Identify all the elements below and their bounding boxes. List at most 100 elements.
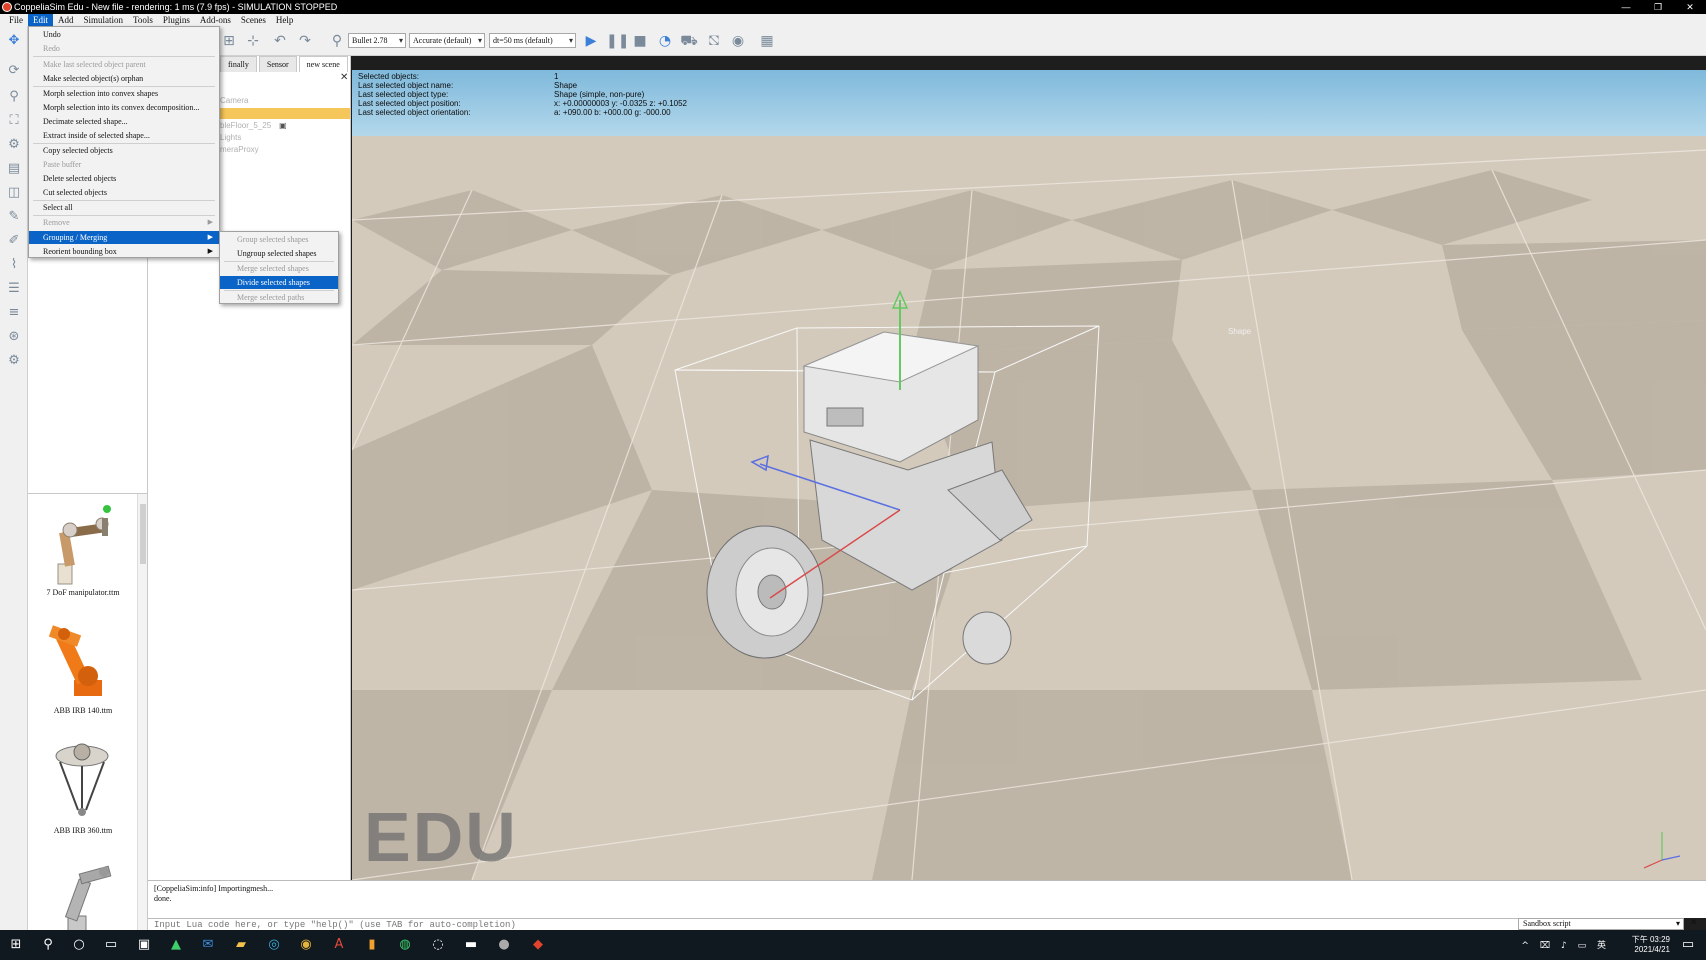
- notes-icon[interactable]: ▮: [364, 937, 380, 953]
- model-list-scrollbar[interactable]: [137, 494, 147, 930]
- zoom-icon[interactable]: ⚲: [5, 88, 23, 106]
- menu-item-remove[interactable]: Remove ▶: [29, 216, 219, 229]
- menu-item-group-shapes[interactable]: Group selected shapes: [220, 233, 338, 246]
- menu-item-divide-shapes[interactable]: Divide selected shapes: [220, 276, 338, 289]
- menu-item-paste[interactable]: Paste buffer: [29, 158, 219, 171]
- menu-edit[interactable]: Edit: [28, 14, 54, 26]
- cortana-icon[interactable]: ○: [71, 937, 87, 953]
- collections-icon[interactable]: ◫: [5, 184, 23, 202]
- settings-icon[interactable]: ⚙: [5, 352, 23, 370]
- chrome-icon[interactable]: ◉: [298, 937, 314, 953]
- edge-icon[interactable]: ◎: [266, 937, 282, 953]
- tab-sensor[interactable]: Sensor: [258, 56, 297, 72]
- menu-item-make-parent[interactable]: Make last selected object parent: [29, 58, 219, 71]
- script-icon[interactable]: ▣: [279, 121, 287, 130]
- model-item-abb-irb-140[interactable]: ABB IRB 140.ttm: [34, 616, 132, 726]
- menu-tools[interactable]: Tools: [128, 14, 158, 26]
- menu-item-redo[interactable]: Redo: [29, 42, 219, 55]
- menu-help[interactable]: Help: [271, 14, 299, 26]
- menu-file[interactable]: File: [4, 14, 28, 26]
- maximize-button[interactable]: ❐: [1642, 0, 1674, 14]
- physics-engine-select[interactable]: Bullet 2.78: [348, 33, 406, 48]
- close-window-button[interactable]: ✕: [1674, 0, 1706, 14]
- selection-icon[interactable]: ☰: [5, 280, 23, 298]
- hierarchy-item-floor[interactable]: bleFloor_5_25 ▣: [220, 120, 350, 131]
- scripts-icon[interactable]: ✎: [5, 208, 23, 226]
- stop-icon[interactable]: ■: [631, 32, 649, 50]
- shape-edit-icon[interactable]: ✐: [5, 232, 23, 250]
- menu-item-ungroup-shapes[interactable]: Ungroup selected shapes: [220, 247, 338, 260]
- object-rotate-icon[interactable]: ⊹: [244, 32, 262, 50]
- disc-icon[interactable]: ●: [496, 937, 512, 953]
- menu-item-merge-paths[interactable]: Merge selected paths: [220, 291, 338, 304]
- menu-simulation[interactable]: Simulation: [79, 14, 129, 26]
- model-item-7dof[interactable]: 7 DoF manipulator.ttm: [34, 498, 132, 608]
- line-icon[interactable]: ◍: [397, 937, 413, 953]
- speed-up-icon[interactable]: ⛞: [705, 32, 723, 50]
- script-context-select[interactable]: Sandbox script: [1518, 918, 1684, 930]
- minimize-button[interactable]: —: [1610, 0, 1642, 14]
- coppeliasim-taskbar-icon[interactable]: ◆: [530, 937, 546, 953]
- task-view-icon[interactable]: ▭: [103, 937, 119, 953]
- realtime-icon[interactable]: ◔: [656, 32, 674, 50]
- menu-item-reorient-bbox[interactable]: Reorient bounding box ▶: [29, 245, 219, 258]
- start-icon[interactable]: ⊞: [8, 937, 24, 953]
- menu-item-delete[interactable]: Delete selected objects: [29, 172, 219, 185]
- terminal-icon[interactable]: ▬: [463, 937, 479, 953]
- fit-to-view-icon[interactable]: ⛶: [5, 112, 23, 130]
- visualization-toggle-icon[interactable]: ◉: [729, 32, 747, 50]
- hierarchy-item-camera[interactable]: Camera: [220, 95, 350, 106]
- model-item-robot[interactable]: [34, 856, 132, 930]
- dynamics-settings-icon[interactable]: ⚲: [328, 32, 346, 50]
- menu-item-undo[interactable]: Undo: [29, 28, 219, 41]
- menu-item-cut[interactable]: Cut selected objects: [29, 186, 219, 199]
- search-icon[interactable]: ⚲: [40, 937, 56, 953]
- camera-pan-icon[interactable]: ✥: [5, 32, 23, 50]
- accuracy-select[interactable]: Accurate (default): [409, 33, 485, 48]
- object-shift-icon[interactable]: ⊞: [220, 32, 238, 50]
- menu-item-make-orphan[interactable]: Make selected object(s) orphan: [29, 72, 219, 85]
- timestep-select[interactable]: dt=50 ms (default): [489, 33, 576, 48]
- file-explorer-icon[interactable]: ▰: [233, 937, 249, 953]
- hierarchy-item-selected[interactable]: [220, 108, 350, 119]
- menu-item-select-all[interactable]: Select all: [29, 201, 219, 214]
- page-selector-icon[interactable]: ▦: [758, 32, 776, 50]
- pause-icon[interactable]: ❚❚: [606, 32, 629, 50]
- scene-object-properties-icon[interactable]: ⚙: [5, 136, 23, 154]
- acrobat-icon[interactable]: A: [331, 937, 347, 953]
- menu-item-morph-convex[interactable]: Morph selection into convex shapes: [29, 87, 219, 100]
- hierarchy-close-icon[interactable]: ✕: [340, 72, 348, 83]
- model-item-abb-irb-360[interactable]: ABB IRB 360.ttm: [34, 736, 132, 846]
- scene-hierarchy-icon[interactable]: ⊛: [5, 328, 23, 346]
- notification-icon[interactable]: ▭: [1680, 937, 1696, 953]
- scene-3d-viewport[interactable]: Shape EDU: [352, 70, 1706, 880]
- hierarchy-item-cameraproxy[interactable]: meraProxy: [220, 144, 350, 155]
- menu-item-copy[interactable]: Copy selected objects: [29, 144, 219, 157]
- play-icon[interactable]: ▶: [582, 32, 600, 50]
- menu-item-morph-decomposition[interactable]: Morph selection into its convex decompos…: [29, 101, 219, 114]
- tab-finally[interactable]: finally: [220, 56, 257, 72]
- menu-item-merge-shapes[interactable]: Merge selected shapes: [220, 262, 338, 275]
- menu-add[interactable]: Add: [53, 14, 79, 26]
- mail-icon[interactable]: ✉: [200, 937, 216, 953]
- slow-down-icon[interactable]: ⛟: [680, 32, 698, 50]
- github-icon[interactable]: ◌: [430, 937, 446, 953]
- app-icon[interactable]: ▲: [168, 937, 184, 953]
- model-thumbnail-list[interactable]: 7 DoF manipulator.ttm ABB IRB 140.ttm AB…: [28, 494, 148, 930]
- taskbar-clock[interactable]: 下午 03:29 2021/4/21: [1632, 935, 1670, 955]
- tab-new-scene[interactable]: new scene: [298, 56, 348, 72]
- menu-scenes[interactable]: Scenes: [236, 14, 271, 26]
- store-icon[interactable]: ▣: [136, 937, 152, 953]
- menu-plugins[interactable]: Plugins: [158, 14, 195, 26]
- menu-item-decimate[interactable]: Decimate selected shape...: [29, 115, 219, 128]
- calculation-modules-icon[interactable]: ▤: [5, 160, 23, 178]
- camera-rotate-icon[interactable]: ⟳: [5, 62, 23, 80]
- menu-item-grouping-merging[interactable]: Grouping / Merging ▶: [29, 231, 219, 244]
- undo-icon[interactable]: ↶: [271, 32, 289, 50]
- system-tray-icons[interactable]: ^ ⌧ ♪ ▭ 英: [1521, 938, 1610, 951]
- redo-icon[interactable]: ↷: [296, 32, 314, 50]
- model-browser-icon[interactable]: ≡: [5, 304, 23, 322]
- lua-command-input[interactable]: Input Lua code here, or type "help()" (u…: [148, 918, 1518, 930]
- menu-item-extract-inside[interactable]: Extract inside of selected shape...: [29, 129, 219, 142]
- console-close-icon[interactable]: ✕: [1690, 918, 1698, 928]
